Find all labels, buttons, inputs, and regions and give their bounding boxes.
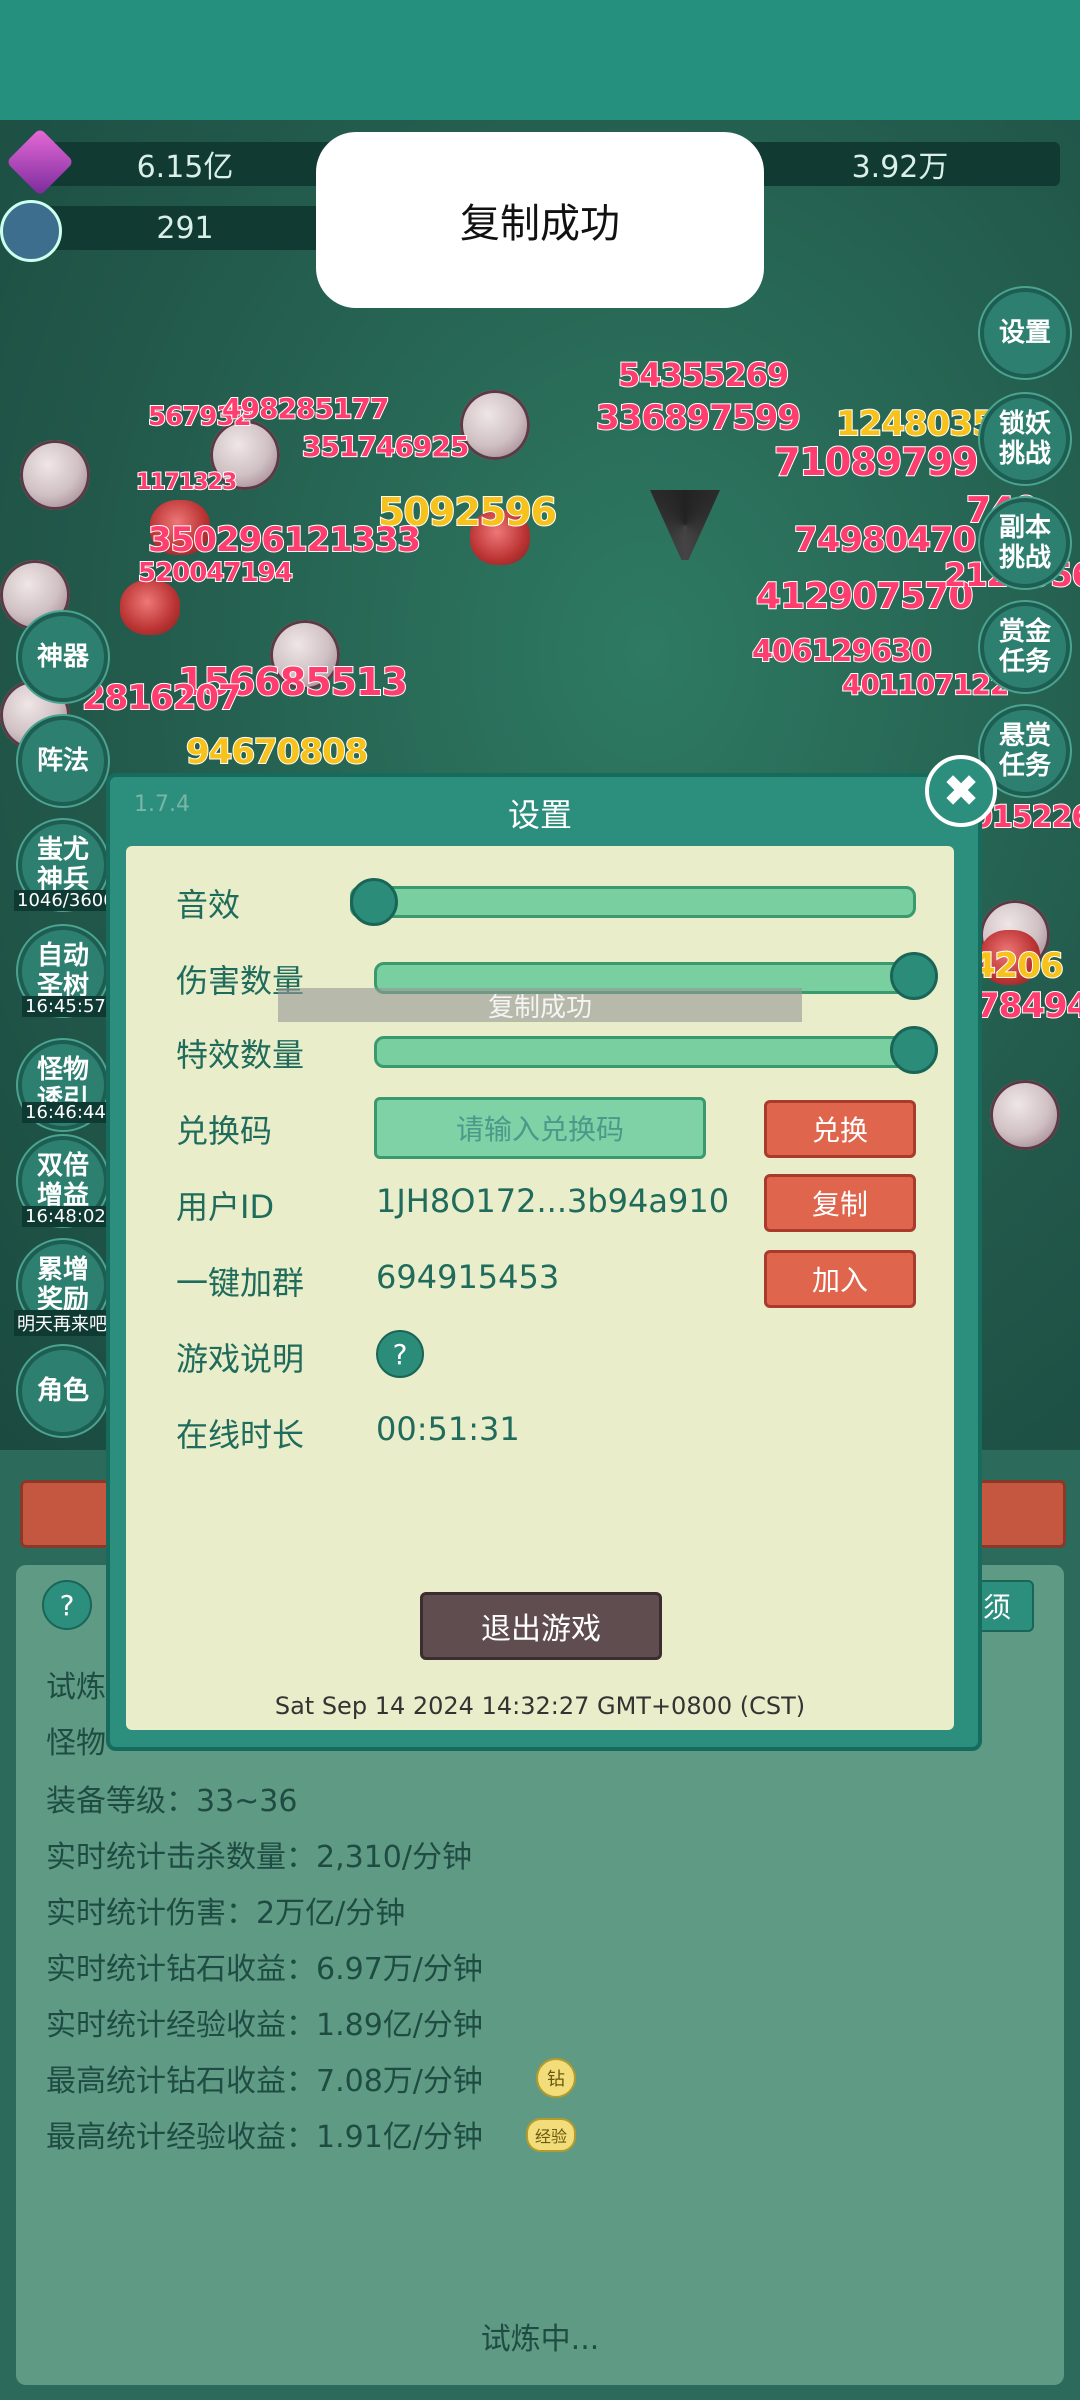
damage-number: 401107122 bbox=[841, 667, 1010, 702]
monster bbox=[990, 1080, 1060, 1150]
cumulative-reward-status: 明天再来吧 bbox=[14, 1310, 110, 1336]
damage-number: 2816207 bbox=[81, 677, 243, 719]
current-datetime: Sat Sep 14 2024 14:32:27 GMT+0800 (CST) bbox=[274, 1692, 806, 1720]
diamond-counter: 6.15亿 bbox=[6, 128, 340, 196]
damage-number: 1248035 bbox=[835, 403, 997, 445]
damage-number: 71089799 bbox=[773, 439, 980, 485]
monster-lure-timer: 16:46:44 bbox=[22, 1102, 109, 1123]
top-status-strip bbox=[0, 0, 1080, 120]
online-time-value: 00:51:31 bbox=[376, 1410, 520, 1448]
settings-button[interactable]: 设置 bbox=[980, 288, 1070, 378]
stat-line-diamond-income: 实时统计钻石收益：6.97万/分钟 bbox=[46, 1952, 483, 1987]
damage-number: 520047194 bbox=[137, 557, 294, 589]
copy-success-toast: 复制成功 bbox=[316, 132, 764, 308]
group-number-value: 694915453 bbox=[376, 1258, 560, 1296]
close-icon[interactable]: ✖ bbox=[925, 755, 997, 827]
stat-line-best-diamond: 最高统计钻石收益：7.08万/分钟 bbox=[46, 2064, 483, 2099]
quit-game-button[interactable]: 退出游戏 bbox=[420, 1592, 662, 1660]
user-id-value: 1JH8O172...3b94a910 bbox=[376, 1182, 730, 1220]
redeem-code-input[interactable]: 请输入兑换码 bbox=[374, 1097, 706, 1159]
trial-status-text: 试炼中... bbox=[480, 2322, 600, 2357]
damage-count-slider-handle[interactable] bbox=[890, 952, 938, 1000]
effects-count-label: 特效数量 bbox=[176, 1036, 305, 1074]
diamond-value: 6.15亿 bbox=[136, 150, 234, 185]
bounty-task-button[interactable]: 赏金 任务 bbox=[980, 602, 1070, 692]
damage-number: 498285177 bbox=[221, 391, 390, 426]
chiyou-counter: 1046/3600 bbox=[14, 890, 118, 911]
monster bbox=[20, 440, 90, 510]
effects-count-slider-handle[interactable] bbox=[890, 1026, 938, 1074]
second-resource-value: 3.92万 bbox=[851, 150, 949, 185]
join-button[interactable]: 加入 bbox=[764, 1250, 916, 1308]
damage-number: 94670808 bbox=[185, 731, 369, 773]
monster bbox=[460, 390, 530, 460]
copy-button[interactable]: 复制 bbox=[764, 1174, 916, 1232]
damage-number: 74980470 bbox=[793, 519, 977, 561]
level-counter: 291 bbox=[0, 200, 340, 262]
stat-line-equipment-level: 装备等级：33~36 bbox=[46, 1784, 298, 1819]
sound-slider-handle[interactable] bbox=[350, 878, 398, 926]
book-icon bbox=[0, 200, 62, 262]
character-button[interactable]: 角色 bbox=[18, 1346, 108, 1436]
user-id-label: 用户ID bbox=[176, 1188, 275, 1226]
damage-number: 78494 bbox=[975, 985, 1080, 1027]
level-value: 291 bbox=[156, 210, 214, 246]
demon-lock-challenge-button[interactable]: 锁妖 挑战 bbox=[980, 394, 1070, 484]
holy-tree-timer: 16:45:57 bbox=[22, 996, 109, 1017]
stat-line-trial: 试炼 bbox=[46, 1670, 106, 1705]
effects-count-slider[interactable] bbox=[374, 1036, 916, 1068]
damage-number: 54355269 bbox=[617, 355, 790, 395]
dungeon-challenge-button[interactable]: 副本 挑战 bbox=[980, 498, 1070, 588]
artifact-button[interactable]: 神器 bbox=[18, 612, 108, 702]
stat-line-kills: 实时统计击杀数量：2,310/分钟 bbox=[46, 1840, 472, 1875]
redeem-code-label: 兑换码 bbox=[176, 1112, 273, 1150]
double-boost-timer: 16:48:02 bbox=[22, 1206, 109, 1227]
damage-number: 4206 bbox=[971, 945, 1065, 987]
damage-number: 336897599 bbox=[595, 397, 802, 439]
damage-number: 406129630 bbox=[751, 633, 933, 670]
exp-badge-icon: 经验 bbox=[526, 2118, 576, 2152]
stat-line-damage: 实时统计伤害：2万亿/分钟 bbox=[46, 1896, 406, 1931]
damage-number: 412907570 bbox=[755, 575, 974, 618]
stat-line-best-exp: 最高统计经验收益：1.91亿/分钟 bbox=[46, 2120, 483, 2155]
monster bbox=[120, 580, 180, 635]
formation-button[interactable]: 阵法 bbox=[18, 716, 108, 806]
sound-slider[interactable] bbox=[350, 886, 916, 918]
stat-line-exp-income: 实时统计经验收益：1.89亿/分钟 bbox=[46, 2008, 483, 2043]
online-time-label: 在线时长 bbox=[176, 1416, 305, 1454]
redeem-button[interactable]: 兑换 bbox=[764, 1100, 916, 1158]
damage-number: 350296121333 bbox=[147, 519, 422, 561]
stat-line-monster: 怪物 bbox=[46, 1726, 106, 1761]
damage-number: 351746925 bbox=[301, 429, 470, 464]
inline-copy-toast: 复制成功 bbox=[278, 988, 802, 1023]
dialog-title: 设置 bbox=[507, 796, 572, 834]
help-question-icon[interactable]: ? bbox=[376, 1330, 424, 1378]
game-help-label: 游戏说明 bbox=[176, 1340, 305, 1378]
diamond-badge-icon: 钻 bbox=[536, 2058, 576, 2098]
second-resource-counter: 3.92万 bbox=[718, 142, 1060, 186]
stats-help-icon[interactable]: ? bbox=[42, 1580, 92, 1630]
damage-number: 1171323 bbox=[135, 469, 238, 496]
join-group-label: 一键加群 bbox=[176, 1264, 305, 1302]
sound-label: 音效 bbox=[176, 886, 241, 924]
